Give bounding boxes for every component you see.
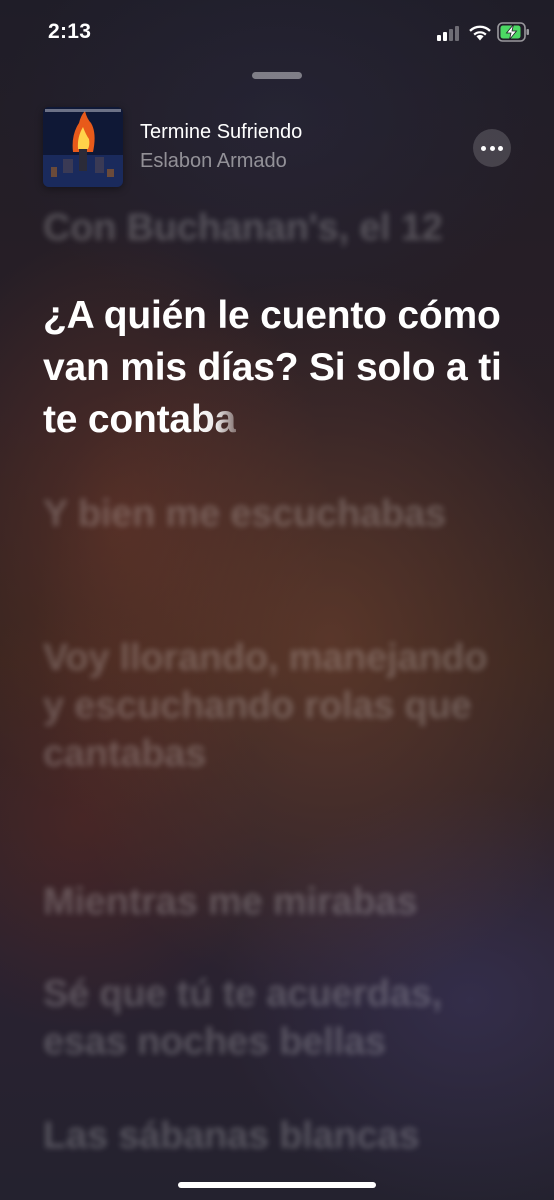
lyric-line-current[interactable]: ¿A quién le cuento cómo van mis días? Si…: [43, 290, 513, 446]
battery-charging-icon: [497, 22, 529, 42]
home-indicator[interactable]: [178, 1182, 376, 1188]
lyric-line-previous[interactable]: Con Buchanan's, el 12: [43, 204, 513, 252]
lyric-line[interactable]: Voy llorando, manejando y escuchando rol…: [43, 634, 513, 778]
sheet-grabber[interactable]: [252, 72, 302, 79]
ellipsis-icon: [481, 145, 487, 151]
song-title[interactable]: Termine Sufriendo: [140, 121, 302, 144]
lyric-line[interactable]: Sé que tú te acuerdas, esas noches bella…: [43, 970, 513, 1066]
cellular-signal-icon: [437, 24, 463, 41]
lyric-line[interactable]: Y bien me escuchabas: [43, 490, 513, 538]
status-time: 2:13: [48, 20, 92, 43]
lyric-current-rest: ba: [190, 398, 237, 441]
wifi-icon: [469, 25, 491, 41]
album-art-image: [43, 107, 123, 187]
lyric-line[interactable]: Mientras me mirabas: [43, 878, 513, 926]
album-art[interactable]: [43, 107, 123, 187]
more-options-button[interactable]: [473, 129, 511, 167]
lyric-line[interactable]: Las sábanas blancas: [43, 1112, 513, 1160]
song-artist[interactable]: Eslabon Armado: [140, 150, 287, 173]
lyric-current-sung: ¿A quién le cuento cómo van mis días? Si…: [43, 294, 502, 441]
status-bar: 2:13: [0, 0, 554, 66]
